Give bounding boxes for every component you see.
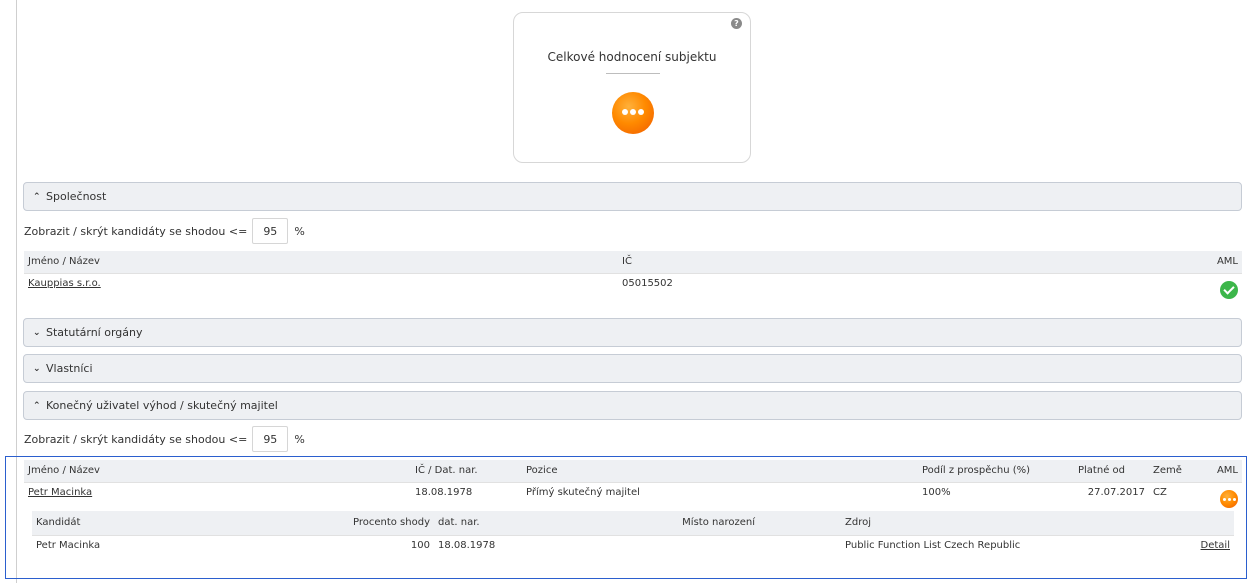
company-table: Jméno / Název IČ AML Kauppias s.r.o. 050… [24, 251, 1242, 299]
column-header-aml: AML [1216, 465, 1238, 477]
share-value: 100% [922, 486, 951, 498]
section-header-ubo[interactable]: ⌃ Konečný uživatel výhod / skutečný maji… [23, 391, 1242, 420]
section-title-statutory: Statutární orgány [46, 326, 143, 339]
column-header-match: Procento shody [352, 517, 430, 529]
match-threshold-input[interactable] [252, 218, 289, 244]
pending-dots-icon[interactable] [1220, 490, 1238, 508]
candidate-birth-date: 18.08.1978 [438, 539, 496, 551]
table-row: Kauppias s.r.o. 05015502 [24, 273, 1242, 299]
chevron-down-icon: ⌄ [33, 327, 41, 338]
candidate-name: Petr Macinka [36, 539, 101, 551]
column-header-ic: IČ [622, 256, 632, 268]
column-header-ic-date: IČ / Dat. nar. [415, 465, 478, 477]
table-row: Petr Macinka 100 18.08.1978 Public Funct… [32, 535, 1234, 555]
match-threshold-input[interactable] [252, 426, 289, 452]
candidate-source: Public Function List Czech Republic [845, 539, 1021, 551]
chevron-up-icon: ⌃ [33, 400, 41, 411]
pending-dots-icon [612, 92, 654, 134]
column-header-birth-date: dat. nar. [438, 517, 480, 529]
country-value: CZ [1153, 486, 1167, 498]
company-filter-row: Zobrazit / skrýt kandidáty se shodou <= … [24, 218, 305, 244]
candidates-table: Kandidát Procento shody dat. nar. Místo … [32, 511, 1234, 555]
section-header-owners[interactable]: ⌄ Vlastníci [23, 354, 1242, 383]
chevron-up-icon: ⌃ [33, 191, 41, 202]
filter-unit: % [294, 432, 305, 446]
column-header-name: Jméno / Název [28, 465, 100, 477]
column-header-name: Jméno / Název [28, 256, 100, 268]
section-title-owners: Vlastníci [46, 362, 93, 375]
column-header-candidate: Kandidát [36, 517, 81, 529]
valid-from-value: 27.07.2017 [1087, 486, 1145, 498]
section-header-company[interactable]: ⌃ Společnost [23, 182, 1242, 211]
column-header-position: Pozice [526, 465, 558, 477]
position-value: Přímý skutečný majitel [526, 486, 640, 498]
filter-unit: % [294, 224, 305, 238]
chevron-down-icon: ⌄ [33, 363, 41, 374]
column-header-birth-place: Místo narození [682, 517, 755, 529]
overall-score-card: ? Celkové hodnocení subjektu [513, 12, 751, 163]
person-name-link[interactable]: Petr Macinka [28, 487, 92, 498]
match-percent: 100 [410, 539, 430, 551]
score-card-divider [606, 73, 660, 74]
column-header-aml: AML [1216, 256, 1238, 268]
score-card-title: Celkové hodnocení subjektu [547, 50, 717, 64]
filter-label: Zobrazit / skrýt kandidáty se shodou <= [24, 432, 248, 446]
section-title-ubo: Konečný uživatel výhod / skutečný majite… [46, 399, 278, 412]
check-circle-icon[interactable] [1220, 281, 1238, 299]
column-header-valid-from: Platné od [1078, 465, 1125, 477]
ic-date-value: 18.08.1978 [415, 486, 473, 498]
column-header-country: Země [1153, 465, 1182, 477]
section-title-company: Společnost [46, 190, 107, 203]
table-row: Petr Macinka 18.08.1978 Přímý skutečný m… [24, 482, 1242, 508]
question-circle-icon[interactable]: ? [731, 18, 742, 29]
filter-label: Zobrazit / skrýt kandidáty se shodou <= [24, 224, 248, 238]
company-ic: 05015502 [622, 277, 673, 289]
ubo-filter-row: Zobrazit / skrýt kandidáty se shodou <= … [24, 426, 305, 452]
ubo-table: Jméno / Název IČ / Dat. nar. Pozice Podí… [24, 460, 1242, 508]
detail-link[interactable]: Detail [1201, 540, 1230, 551]
column-header-share: Podíl z prospěchu (%) [922, 465, 1031, 477]
candidate-birth-place [544, 535, 841, 555]
section-header-statutory[interactable]: ⌄ Statutární orgány [23, 318, 1242, 347]
column-header-source: Zdroj [845, 517, 871, 529]
company-name-link[interactable]: Kauppias s.r.o. [28, 278, 101, 289]
